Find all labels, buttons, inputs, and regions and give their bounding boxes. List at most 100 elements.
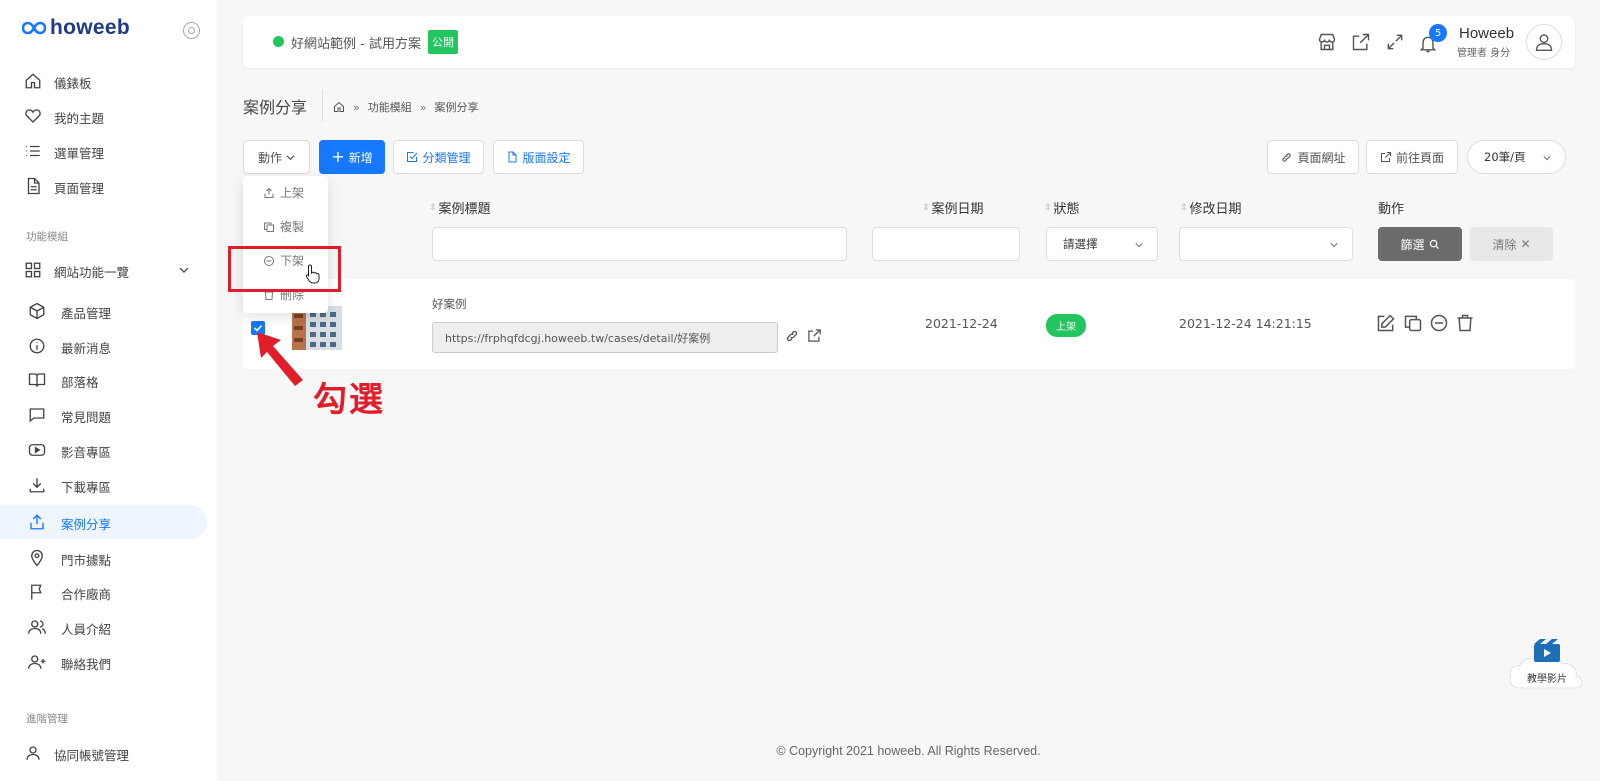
sidebar-item-label: 門市據點 (61, 553, 112, 568)
logo[interactable]: howeeb (22, 16, 130, 40)
trash-icon[interactable] (1455, 313, 1475, 333)
close-icon: ✕ (1520, 237, 1531, 251)
sidebar-item-team[interactable]: 人員介紹 (0, 610, 207, 644)
store-icon[interactable] (1317, 32, 1337, 52)
status-filter-placeholder: 請選擇 (1063, 237, 1098, 251)
list-icon (26, 145, 40, 157)
video-play-icon (28, 444, 46, 456)
sidebar-item-stores[interactable]: 門市據點 (0, 541, 207, 575)
box-icon (29, 302, 45, 320)
external-link-icon[interactable] (807, 328, 822, 343)
page-url-button[interactable]: 頁面網址 (1267, 140, 1359, 174)
dropdown-item-label: 複製 (280, 220, 305, 234)
chevron-down-icon (1135, 243, 1143, 248)
copy-icon[interactable] (1403, 313, 1423, 333)
sidebar-item-label: 人員介紹 (61, 622, 112, 637)
search-icon (1429, 239, 1439, 249)
grid-icon (25, 262, 41, 278)
info-icon (29, 338, 45, 354)
sidebar-item-products[interactable]: 產品管理 (0, 294, 207, 328)
section-label-modules: 功能模組 (26, 231, 68, 243)
column-header-modified[interactable]: ⇕ 修改日期 (1180, 198, 1242, 217)
status-filter-select[interactable]: 請選擇 (1046, 227, 1158, 261)
sidebar-item-news[interactable]: 最新消息 (0, 329, 207, 363)
tutorial-video-cloud-icon[interactable] (1506, 636, 1588, 696)
copy-icon (264, 222, 274, 232)
filter-button[interactable]: 篩選 (1378, 227, 1462, 261)
page-url-label: 頁面網址 (1297, 150, 1346, 165)
link-icon (1282, 152, 1292, 162)
layout-settings-button[interactable]: 版面設定 (493, 140, 584, 174)
column-header-title[interactable]: ⇕ 案例標題 (429, 198, 491, 217)
date-filter-input[interactable] (872, 227, 1020, 261)
edit-icon[interactable] (1376, 313, 1396, 333)
sidebar-item-module-group[interactable]: 網站功能一覽 (0, 253, 207, 287)
status-badge: 上架 (1046, 314, 1086, 337)
modified-date: 2021-12-24 14:21:15 (1179, 316, 1312, 331)
clear-button[interactable]: 清除 ✕ (1470, 227, 1553, 261)
title-filter-input[interactable] (432, 227, 847, 261)
column-header-date[interactable]: ⇕ 案例日期 (922, 198, 984, 217)
per-page-select[interactable]: 20筆/頁 (1467, 140, 1566, 174)
column-header-label: 修改日期 (1189, 202, 1242, 217)
column-header-label: 案例標題 (438, 202, 491, 217)
page-title: 案例分享 (243, 98, 308, 117)
action-dropdown-button[interactable]: 動作 (243, 140, 310, 174)
sidebar-item-dashboard[interactable]: 儀錶板 (0, 64, 207, 98)
sidebar-item-label: 最新消息 (61, 341, 112, 356)
sidebar-item-pages[interactable]: 頁面管理 (0, 169, 207, 203)
sidebar-item-download[interactable]: 下載專區 (0, 468, 207, 502)
per-page-value: 20筆/頁 (1484, 150, 1526, 164)
copy-link-icon[interactable] (784, 328, 800, 344)
case-date: 2021-12-24 (925, 316, 998, 331)
sidebar-item-partners[interactable]: 合作廠商 (0, 575, 207, 609)
book-open-icon (28, 373, 46, 387)
category-management-button[interactable]: 分類管理 (393, 140, 484, 174)
modified-filter-select[interactable] (1179, 227, 1353, 261)
sidebar-collapse-button[interactable] (183, 22, 200, 39)
sidebar-item-my-theme[interactable]: 我的主題 (0, 99, 207, 133)
avatar[interactable] (1526, 24, 1562, 60)
pointer-hand-icon (305, 264, 320, 284)
share-upload-icon (30, 514, 44, 530)
sidebar-item-label: 影音專區 (61, 445, 112, 460)
case-url-field[interactable]: https://frphqfdcgj.howeeb.tw/cases/detai… (432, 322, 778, 353)
unpublish-icon[interactable] (1429, 313, 1449, 333)
topbar: 好網站範例 - 試用方案 公開 5 Howeeb 管理者 身分 (243, 16, 1575, 68)
dropdown-item-publish[interactable]: 上架 (263, 184, 304, 201)
heart-icon (25, 109, 41, 123)
annotation-arrow-icon (257, 332, 303, 386)
goto-page-label: 前往頁面 (1395, 150, 1444, 165)
sidebar-item-menu[interactable]: 選單管理 (0, 134, 207, 168)
sidebar-item-label: 案例分享 (61, 517, 112, 532)
annotation-highlight-box (228, 246, 341, 292)
column-header-status[interactable]: ⇕ 狀態 (1044, 198, 1080, 217)
chevron-down-icon (1330, 243, 1338, 248)
infinity-logo-icon (22, 21, 46, 35)
breadcrumb: » 功能模組 » 案例分享 (333, 99, 478, 115)
column-header-label: 動作 (1378, 202, 1405, 217)
logo-text: howeeb (50, 16, 130, 39)
home-icon[interactable] (333, 101, 345, 113)
sidebar-item-contact[interactable]: 聯絡我們 (0, 645, 207, 679)
goto-page-button[interactable]: 前往頁面 (1366, 140, 1458, 174)
dropdown-item-label: 上架 (280, 186, 305, 200)
breadcrumb-item-modules[interactable]: 功能模組 (368, 99, 412, 115)
external-link-icon[interactable] (1351, 32, 1371, 52)
annotation-label: 勾選 (313, 380, 385, 420)
sidebar-item-faq[interactable]: 常見問題 (0, 398, 207, 432)
sidebar-item-cases[interactable]: 案例分享 (0, 505, 207, 539)
layout-label: 版面設定 (522, 150, 571, 165)
column-header-actions: 動作 (1378, 198, 1404, 217)
add-button[interactable]: + 新增 (319, 140, 385, 174)
users-icon (28, 620, 46, 634)
sidebar-item-label: 部落格 (61, 375, 99, 390)
sidebar-item-blog[interactable]: 部落格 (0, 363, 207, 397)
fullscreen-icon[interactable] (1385, 32, 1405, 52)
add-label: 新增 (348, 150, 373, 165)
dropdown-item-duplicate[interactable]: 複製 (263, 218, 304, 235)
user-plus-icon (28, 655, 46, 669)
filter-label: 篩選 (1400, 237, 1425, 252)
column-header-label: 狀態 (1053, 202, 1080, 217)
sidebar-item-video[interactable]: 影音專區 (0, 433, 207, 467)
